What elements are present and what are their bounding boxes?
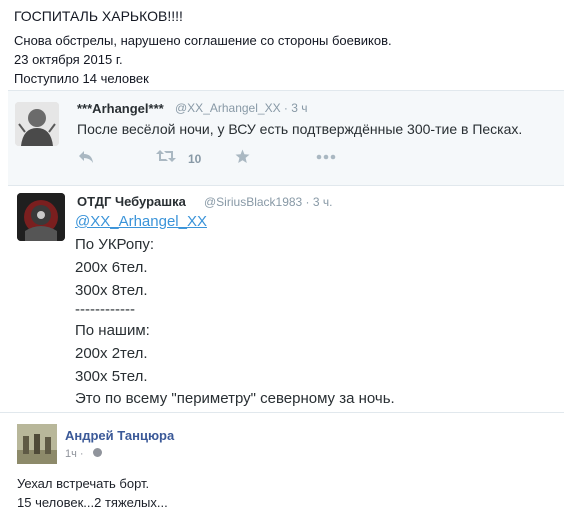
avatar[interactable] <box>17 424 57 464</box>
tweet-text-line: По нашим: <box>75 322 150 339</box>
post-title: ГОСПИТАЛЬ ХАРЬКОВ!!!! <box>14 8 183 24</box>
tweet-author-name[interactable]: ***Arhangel*** <box>77 101 164 116</box>
tweet-text: После весёлой ночи, у ВСУ есть подтвержд… <box>77 121 523 137</box>
comment-time[interactable]: 1ч · <box>65 448 84 460</box>
tweet-text-line: 300х 5тел. <box>75 368 148 385</box>
tweet-text-line: 200х 2тел. <box>75 345 148 362</box>
divider <box>0 412 564 413</box>
comment-author-name[interactable]: Андрей Танцюра <box>65 428 174 443</box>
tweet-author-name[interactable]: ОТДГ Чебурашка <box>77 194 186 209</box>
tweet-handle-time[interactable]: @SiriusBlack1983 · 3 ч. <box>204 195 332 209</box>
favorite-icon[interactable] <box>235 149 250 167</box>
tweet-text-line: 300х 8тел. <box>75 282 148 299</box>
more-icon[interactable] <box>316 147 336 163</box>
avatar[interactable] <box>17 193 65 241</box>
retweet-icon[interactable] <box>156 149 176 166</box>
mention-link[interactable]: @XX_Arhangel_XX <box>75 213 207 230</box>
tweet-handle-time[interactable]: @XX_Arhangel_XX · 3 ч <box>175 101 308 115</box>
post-line: Снова обстрелы, нарушено соглашение со с… <box>14 33 392 48</box>
globe-icon <box>93 448 102 457</box>
post-line: 23 октября 2015 г. <box>14 52 123 67</box>
post-line: Поступило 14 человек <box>14 71 149 86</box>
comment-text-line: Уехал встречать борт. <box>17 476 150 491</box>
comment-text-line: 15 человек...2 тяжелых... <box>17 495 168 510</box>
reply-icon[interactable] <box>78 150 94 167</box>
tweet-text-line: 200х 6тел. <box>75 259 148 276</box>
tweet-text-line: ------------ <box>75 301 135 318</box>
avatar[interactable] <box>15 102 59 146</box>
tweet-text-line: По УКРопу: <box>75 236 155 253</box>
tweet-text-line: Это по всему "периметру" северному за но… <box>75 390 395 407</box>
retweet-count: 10 <box>188 152 202 166</box>
